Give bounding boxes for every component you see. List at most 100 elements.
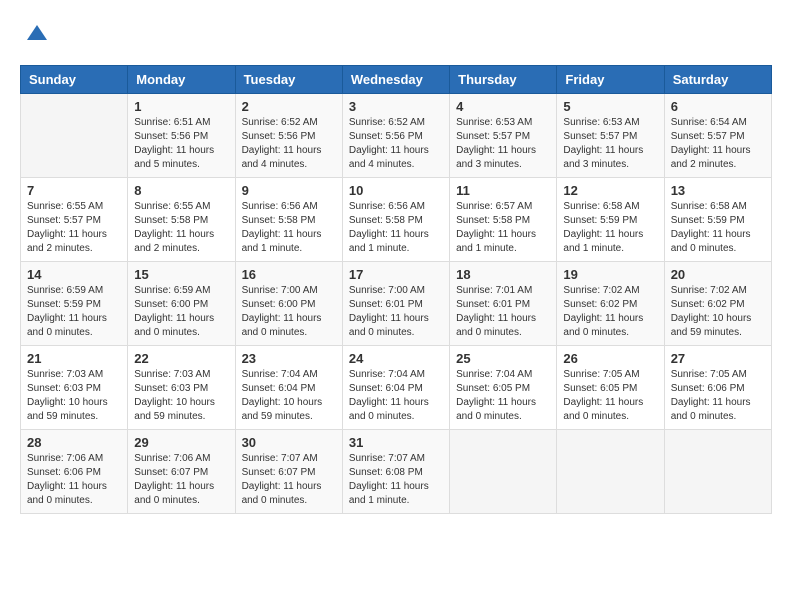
day-info: Sunrise: 6:51 AMSunset: 5:56 PMDaylight:… [134,116,228,172]
calendar-cell: 14 Sunrise: 6:59 AMSunset: 5:59 PMDayligh… [21,262,128,346]
calendar-cell: 19 Sunrise: 7:02 AMSunset: 6:02 PMDayligh… [557,262,664,346]
day-number: 25 [456,351,550,366]
day-number: 18 [456,267,550,282]
calendar-cell: 5 Sunrise: 6:53 AMSunset: 5:57 PMDaylight… [557,94,664,178]
day-number: 11 [456,183,550,198]
day-number: 29 [134,435,228,450]
calendar-cell: 16 Sunrise: 7:00 AMSunset: 6:00 PMDayligh… [235,262,342,346]
calendar-cell: 29 Sunrise: 7:06 AMSunset: 6:07 PMDayligh… [128,430,235,514]
calendar-cell: 18 Sunrise: 7:01 AMSunset: 6:01 PMDayligh… [450,262,557,346]
day-number: 15 [134,267,228,282]
day-info: Sunrise: 6:58 AMSunset: 5:59 PMDaylight:… [671,200,765,256]
calendar-cell: 12 Sunrise: 6:58 AMSunset: 5:59 PMDayligh… [557,178,664,262]
day-number: 24 [349,351,443,366]
day-number: 1 [134,99,228,114]
calendar-header-monday: Monday [128,66,235,94]
day-number: 5 [563,99,657,114]
day-number: 14 [27,267,121,282]
day-info: Sunrise: 6:56 AMSunset: 5:58 PMDaylight:… [349,200,443,256]
day-info: Sunrise: 7:00 AMSunset: 6:00 PMDaylight:… [242,284,336,340]
calendar-cell [664,430,771,514]
page-header [20,20,772,55]
day-number: 6 [671,99,765,114]
calendar-header-thursday: Thursday [450,66,557,94]
calendar-header-sunday: Sunday [21,66,128,94]
day-info: Sunrise: 7:07 AMSunset: 6:08 PMDaylight:… [349,452,443,508]
day-info: Sunrise: 6:54 AMSunset: 5:57 PMDaylight:… [671,116,765,172]
calendar-cell [557,430,664,514]
calendar-week-3: 14 Sunrise: 6:59 AMSunset: 5:59 PMDayligh… [21,262,772,346]
calendar-cell: 10 Sunrise: 6:56 AMSunset: 5:58 PMDayligh… [342,178,449,262]
calendar-week-1: 1 Sunrise: 6:51 AMSunset: 5:56 PMDaylight… [21,94,772,178]
day-number: 17 [349,267,443,282]
calendar-header-tuesday: Tuesday [235,66,342,94]
day-number: 23 [242,351,336,366]
day-info: Sunrise: 7:04 AMSunset: 6:04 PMDaylight:… [242,368,336,424]
day-number: 12 [563,183,657,198]
calendar-cell: 15Sunrise: 6:59 AMSunset: 6:00 PMDayligh… [128,262,235,346]
day-info: Sunrise: 7:04 AMSunset: 6:04 PMDaylight:… [349,368,443,424]
day-number: 31 [349,435,443,450]
calendar-cell: 1 Sunrise: 6:51 AMSunset: 5:56 PMDaylight… [128,94,235,178]
day-number: 2 [242,99,336,114]
day-info: Sunrise: 7:05 AMSunset: 6:05 PMDaylight:… [563,368,657,424]
calendar-cell: 2Sunrise: 6:52 AMSunset: 5:56 PMDaylight… [235,94,342,178]
day-info: Sunrise: 7:07 AMSunset: 6:07 PMDaylight:… [242,452,336,508]
calendar-cell [450,430,557,514]
calendar-cell: 27 Sunrise: 7:05 AMSunset: 6:06 PMDayligh… [664,346,771,430]
logo-icon [22,20,52,50]
day-info: Sunrise: 7:03 AMSunset: 6:03 PMDaylight:… [27,368,121,424]
day-number: 4 [456,99,550,114]
calendar-cell: 8 Sunrise: 6:55 AMSunset: 5:58 PMDaylight… [128,178,235,262]
day-info: Sunrise: 6:53 AMSunset: 5:57 PMDaylight:… [456,116,550,172]
logo [20,20,54,55]
day-number: 22 [134,351,228,366]
day-info: Sunrise: 7:06 AMSunset: 6:06 PMDaylight:… [27,452,121,508]
day-info: Sunrise: 6:55 AMSunset: 5:58 PMDaylight:… [134,200,228,256]
day-info: Sunrise: 7:01 AMSunset: 6:01 PMDaylight:… [456,284,550,340]
calendar-cell [21,94,128,178]
calendar-cell: 9 Sunrise: 6:56 AMSunset: 5:58 PMDaylight… [235,178,342,262]
calendar-header-saturday: Saturday [664,66,771,94]
day-info: Sunrise: 7:00 AMSunset: 6:01 PMDaylight:… [349,284,443,340]
day-info: Sunrise: 6:56 AMSunset: 5:58 PMDaylight:… [242,200,336,256]
day-number: 27 [671,351,765,366]
calendar-cell: 13 Sunrise: 6:58 AMSunset: 5:59 PMDayligh… [664,178,771,262]
calendar-header-friday: Friday [557,66,664,94]
day-info: Sunrise: 7:05 AMSunset: 6:06 PMDaylight:… [671,368,765,424]
day-number: 3 [349,99,443,114]
day-info: Sunrise: 7:02 AMSunset: 6:02 PMDaylight:… [671,284,765,340]
calendar-cell: 3 Sunrise: 6:52 AMSunset: 5:56 PMDaylight… [342,94,449,178]
calendar-cell: 23 Sunrise: 7:04 AMSunset: 6:04 PMDayligh… [235,346,342,430]
day-number: 20 [671,267,765,282]
calendar-cell: 7Sunrise: 6:55 AMSunset: 5:57 PMDaylight… [21,178,128,262]
day-info: Sunrise: 7:06 AMSunset: 6:07 PMDaylight:… [134,452,228,508]
day-number: 26 [563,351,657,366]
day-info: Sunrise: 6:58 AMSunset: 5:59 PMDaylight:… [563,200,657,256]
day-number: 13 [671,183,765,198]
calendar-cell: 31 Sunrise: 7:07 AMSunset: 6:08 PMDayligh… [342,430,449,514]
day-number: 7 [27,183,121,198]
calendar-cell: 24 Sunrise: 7:04 AMSunset: 6:04 PMDayligh… [342,346,449,430]
calendar-cell: 4 Sunrise: 6:53 AMSunset: 5:57 PMDaylight… [450,94,557,178]
day-number: 10 [349,183,443,198]
day-info: Sunrise: 6:52 AMSunset: 5:56 PMDaylight:… [349,116,443,172]
day-number: 30 [242,435,336,450]
day-info: Sunrise: 7:03 AMSunset: 6:03 PMDaylight:… [134,368,228,424]
day-number: 21 [27,351,121,366]
day-number: 19 [563,267,657,282]
day-info: Sunrise: 6:53 AMSunset: 5:57 PMDaylight:… [563,116,657,172]
calendar-cell: 26 Sunrise: 7:05 AMSunset: 6:05 PMDayligh… [557,346,664,430]
calendar-header-wednesday: Wednesday [342,66,449,94]
calendar-body: 1 Sunrise: 6:51 AMSunset: 5:56 PMDaylight… [21,94,772,514]
calendar-week-2: 7Sunrise: 6:55 AMSunset: 5:57 PMDaylight… [21,178,772,262]
calendar-cell: 30 Sunrise: 7:07 AMSunset: 6:07 PMDayligh… [235,430,342,514]
calendar-week-4: 21 Sunrise: 7:03 AMSunset: 6:03 PMDayligh… [21,346,772,430]
day-number: 9 [242,183,336,198]
day-info: Sunrise: 7:02 AMSunset: 6:02 PMDaylight:… [563,284,657,340]
day-number: 8 [134,183,228,198]
day-number: 16 [242,267,336,282]
day-info: Sunrise: 7:04 AMSunset: 6:05 PMDaylight:… [456,368,550,424]
day-info: Sunrise: 6:59 AMSunset: 5:59 PMDaylight:… [27,284,121,340]
calendar-cell: 20 Sunrise: 7:02 AMSunset: 6:02 PMDayligh… [664,262,771,346]
